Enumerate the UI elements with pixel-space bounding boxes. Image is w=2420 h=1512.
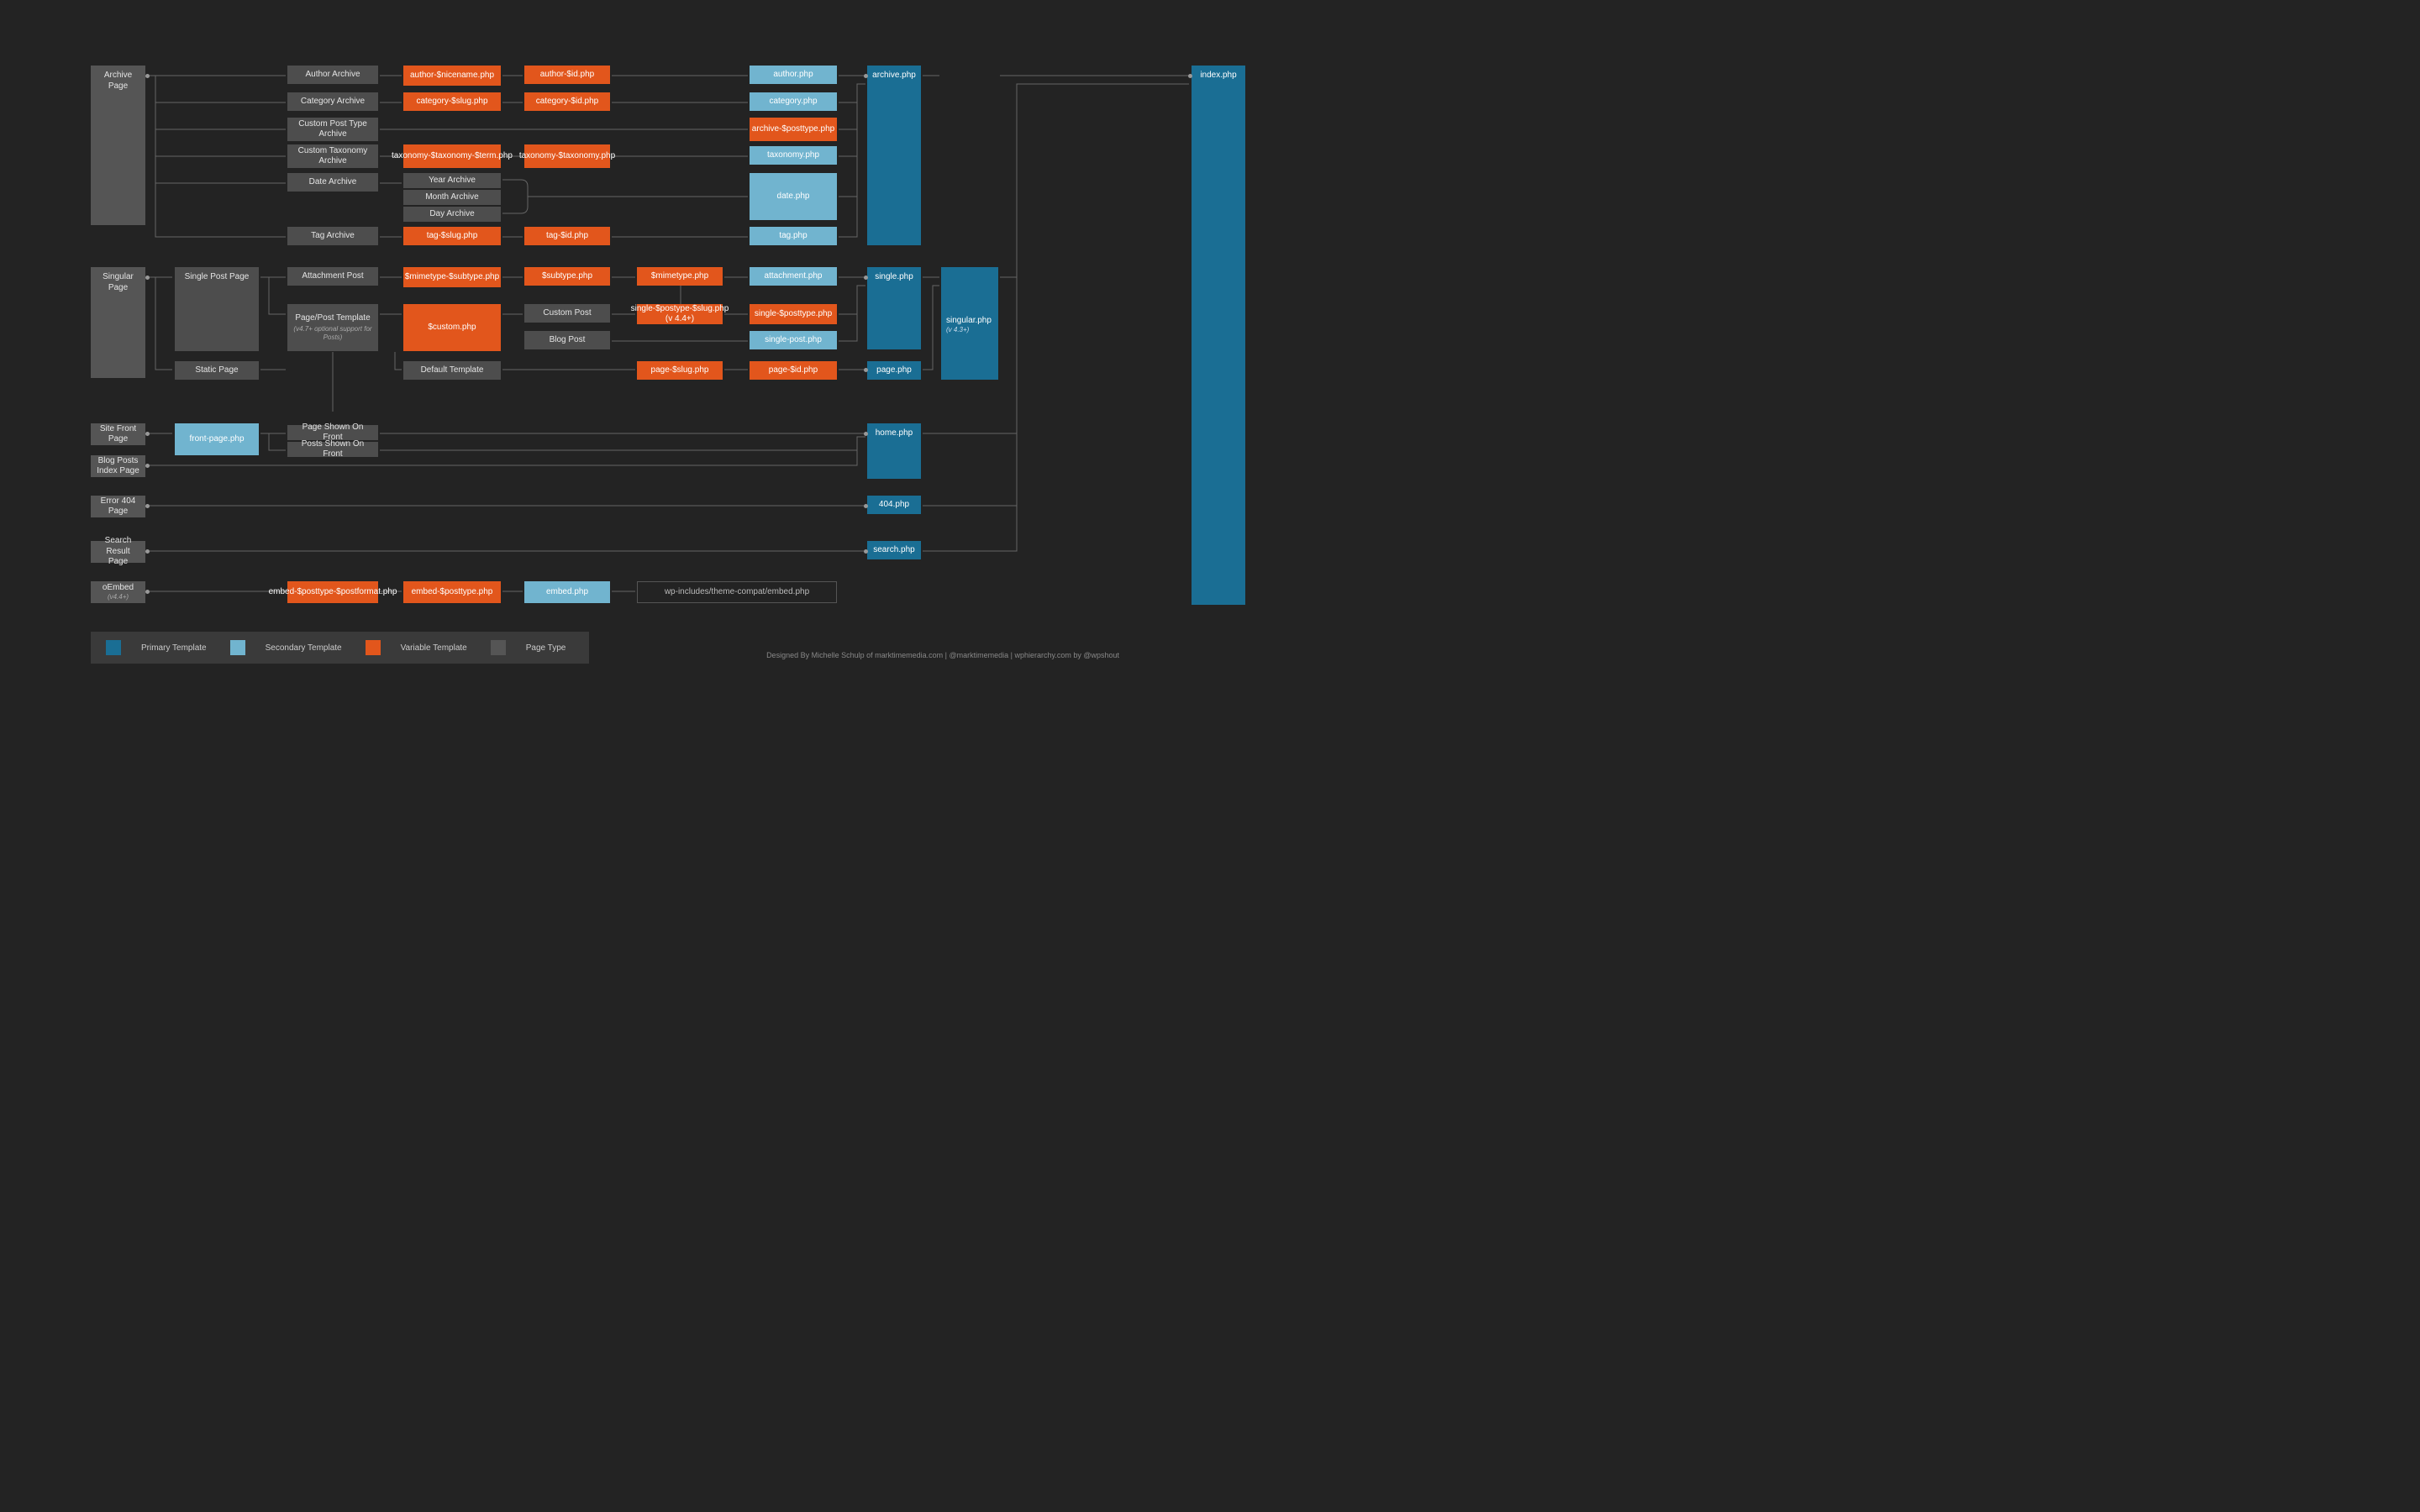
taxonomy-template: taxonomy.php <box>750 146 837 165</box>
month-archive-type: Month Archive <box>403 190 501 205</box>
custom-post-type: Custom Post <box>524 304 610 323</box>
legend-variable-label: Variable Template <box>401 643 467 653</box>
embed-posttype-postformat-template: embed-$posttype-$postformat.php <box>287 581 378 603</box>
single-posttype-template: single-$posttype.php <box>750 304 837 324</box>
tag-template: tag.php <box>750 227 837 245</box>
page-template: page.php <box>867 361 921 380</box>
category-id-template: category-$id.php <box>524 92 610 111</box>
home-template: home.php <box>867 423 921 479</box>
author-archive-type: Author Archive <box>287 66 378 84</box>
blog-posts-index-page-type: Blog Posts Index Page <box>91 455 145 477</box>
single-posttype-slug-template: single-$postype-$slug.php (v 4.4+) <box>637 304 723 324</box>
legend-secondary-swatch <box>230 640 245 655</box>
page-shown-on-front-type: Page Shown On Front <box>287 425 378 440</box>
credit-text: Designed By Michelle Schulp of marktimem… <box>766 651 1119 659</box>
legend-primary-swatch <box>106 640 121 655</box>
oembed-page-type: oEmbed(v4.4+) <box>91 581 145 603</box>
date-template: date.php <box>750 173 837 220</box>
tag-id-template: tag-$id.php <box>524 227 610 245</box>
category-archive-type: Category Archive <box>287 92 378 111</box>
tag-archive-type: Tag Archive <box>287 227 378 245</box>
single-post-template: single-post.php <box>750 331 837 349</box>
posts-shown-on-front-type: Posts Shown On Front <box>287 442 378 457</box>
archive-page-type: Archive Page <box>91 66 145 225</box>
subtype-template: $subtype.php <box>524 267 610 286</box>
category-slug-template: category-$slug.php <box>403 92 501 111</box>
single-post-page-type: Single Post Page <box>175 267 259 351</box>
custom-taxonomy-archive-type: Custom Taxonomy Archive <box>287 144 378 168</box>
archive-posttype-template: archive-$posttype.php <box>750 118 837 141</box>
year-archive-type: Year Archive <box>403 173 501 188</box>
archive-template: archive.php <box>867 66 921 245</box>
template-hierarchy-diagram: Archive Page Singular Page Site Front Pa… <box>0 0 1210 756</box>
cpt-archive-type: Custom Post Type Archive <box>287 118 378 141</box>
embed-posttype-template: embed-$posttype.php <box>403 581 501 603</box>
legend-variable-swatch <box>366 640 381 655</box>
singular-page-type: Singular Page <box>91 267 145 378</box>
embed-compat-template: wp-includes/theme-compat/embed.php <box>637 581 837 603</box>
page-post-template-type: Page/Post Template(v4.7+ optional suppor… <box>287 304 378 351</box>
404-template: 404.php <box>867 496 921 514</box>
static-page-type: Static Page <box>175 361 259 380</box>
attachment-post-type: Attachment Post <box>287 267 378 286</box>
tag-slug-template: tag-$slug.php <box>403 227 501 245</box>
blog-post-type: Blog Post <box>524 331 610 349</box>
day-archive-type: Day Archive <box>403 207 501 222</box>
legend-pagetype-swatch <box>491 640 506 655</box>
taxonomy-term-template: taxonomy-$taxonomy-$term.php <box>403 144 501 168</box>
custom-template: $custom.php <box>403 304 501 351</box>
mimetype-subtype-template: $mimetype-$subtype.php <box>403 267 501 287</box>
search-template: search.php <box>867 541 921 559</box>
taxonomy-only-template: taxonomy-$taxonomy.php <box>524 144 610 168</box>
author-nicename-template: author-$nicename.php <box>403 66 501 86</box>
search-result-page-type: Search Result Page <box>91 541 145 563</box>
legend-secondary-label: Secondary Template <box>266 643 342 653</box>
default-template-type: Default Template <box>403 361 501 380</box>
date-archive-type: Date Archive <box>287 173 378 192</box>
author-template: author.php <box>750 66 837 84</box>
error-404-page-type: Error 404 Page <box>91 496 145 517</box>
single-template: single.php <box>867 267 921 349</box>
page-id-template: page-$id.php <box>750 361 837 380</box>
embed-template: embed.php <box>524 581 610 603</box>
page-slug-template: page-$slug.php <box>637 361 723 380</box>
mimetype-template: $mimetype.php <box>637 267 723 286</box>
legend-primary-label: Primary Template <box>141 643 207 653</box>
attachment-template: attachment.php <box>750 267 837 286</box>
category-template: category.php <box>750 92 837 111</box>
legend: Primary Template Secondary Template Vari… <box>91 632 589 664</box>
singular-template: singular.php(v 4.3+) <box>941 267 998 380</box>
author-id-template: author-$id.php <box>524 66 610 84</box>
site-front-page-type: Site Front Page <box>91 423 145 445</box>
legend-pagetype-label: Page Type <box>526 643 566 653</box>
index-template: index.php <box>1192 66 1245 605</box>
front-page-template: front-page.php <box>175 423 259 455</box>
